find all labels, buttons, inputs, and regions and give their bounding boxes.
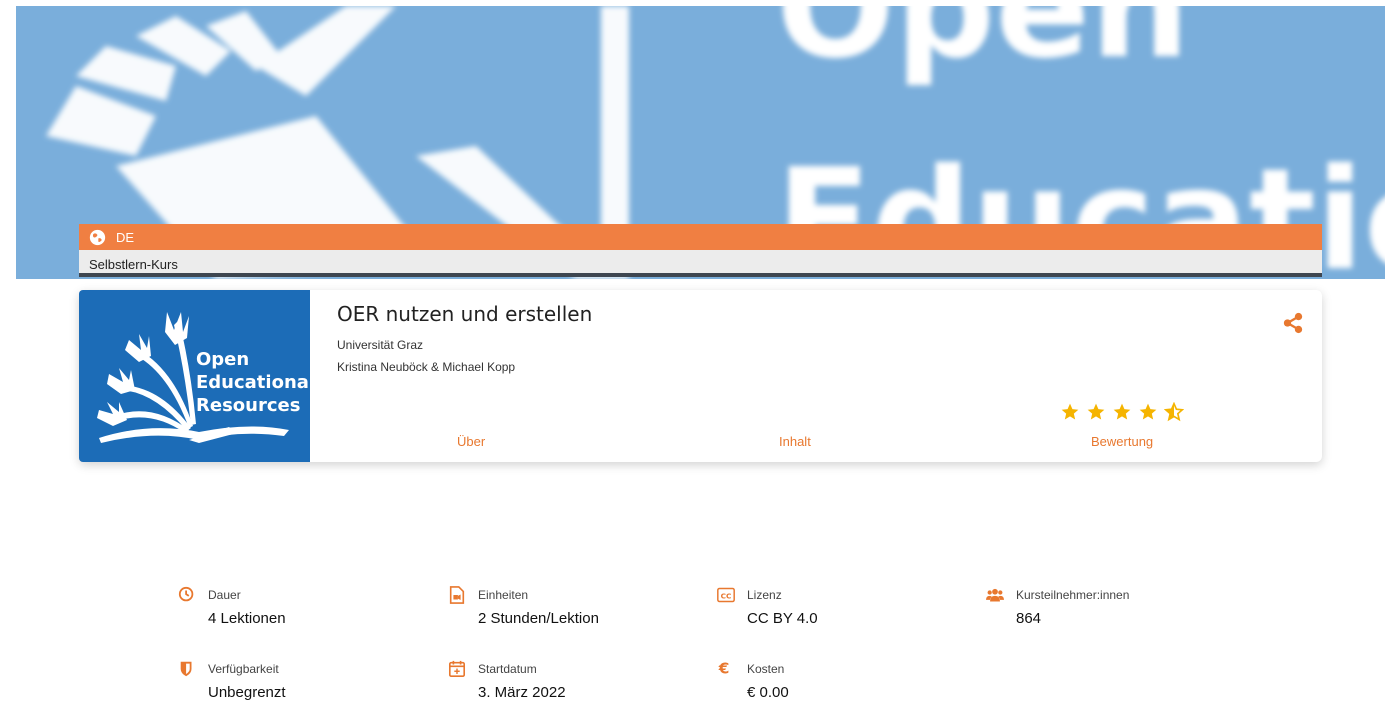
course-authors: Kristina Neuböck & Michael Kopp (337, 360, 516, 374)
rating-stars (1060, 402, 1184, 422)
course-title: OER nutzen und erstellen (337, 302, 593, 326)
stat-label: Kursteilnehmer:innen (1016, 588, 1130, 602)
stat-label: Lizenz (747, 588, 782, 602)
logo-line-resources: Resources (196, 395, 301, 416)
cc-license-icon: CC (717, 587, 735, 603)
course-type-label: Selbstlern-Kurs (89, 257, 178, 272)
svg-text:€: € (718, 660, 730, 678)
stat-label: Dauer (208, 588, 241, 602)
stat-value: € 0.00 (747, 684, 789, 701)
stat-label: Startdatum (478, 662, 537, 676)
svg-text:CC: CC (721, 591, 732, 600)
star-half-icon (1164, 402, 1184, 422)
language-bar: DE (79, 224, 1322, 250)
share-icon[interactable] (1282, 312, 1304, 334)
stat-label: Verfügbarkeit (208, 662, 279, 676)
logo-line-educational: Educational (196, 372, 310, 393)
course-university: Universität Graz (337, 338, 424, 352)
star-full-icon (1113, 403, 1131, 420)
course-card: Open Educational Resources OER nutzen un… (79, 290, 1322, 462)
tab-inhalt[interactable]: Inhalt (779, 434, 811, 449)
users-icon (986, 588, 1004, 602)
video-file-icon (449, 586, 465, 604)
language-label: DE (116, 229, 135, 245)
stat-value: 864 (1016, 610, 1042, 627)
stat-label: Einheiten (478, 588, 529, 602)
calendar-plus-icon (448, 660, 466, 678)
course-type-bar: Selbstlern-Kurs (79, 250, 1322, 277)
tab-bewertung[interactable]: Bewertung (1091, 434, 1153, 449)
shield-icon (180, 661, 192, 677)
banner-word-open: Open (776, 6, 1190, 90)
logo-line-open: Open (196, 349, 250, 370)
logo-text: Open Educational Resources (196, 348, 310, 417)
star-full-icon (1139, 403, 1157, 420)
stat-value: Unbegrenzt (208, 684, 286, 701)
globe-icon (89, 229, 106, 245)
stat-value: 3. März 2022 (478, 684, 566, 701)
stat-value: CC BY 4.0 (747, 610, 818, 627)
oer-logo: Open Educational Resources (79, 290, 310, 462)
star-full-icon (1087, 403, 1105, 420)
stat-value: 2 Stunden/Lektion (478, 610, 599, 627)
tab-ueber[interactable]: Über (457, 434, 485, 449)
stat-label: Kosten (747, 662, 785, 676)
clock-icon (178, 586, 194, 602)
star-full-icon (1061, 403, 1079, 420)
stat-value: 4 Lektionen (208, 610, 286, 627)
euro-icon: € (718, 660, 730, 678)
